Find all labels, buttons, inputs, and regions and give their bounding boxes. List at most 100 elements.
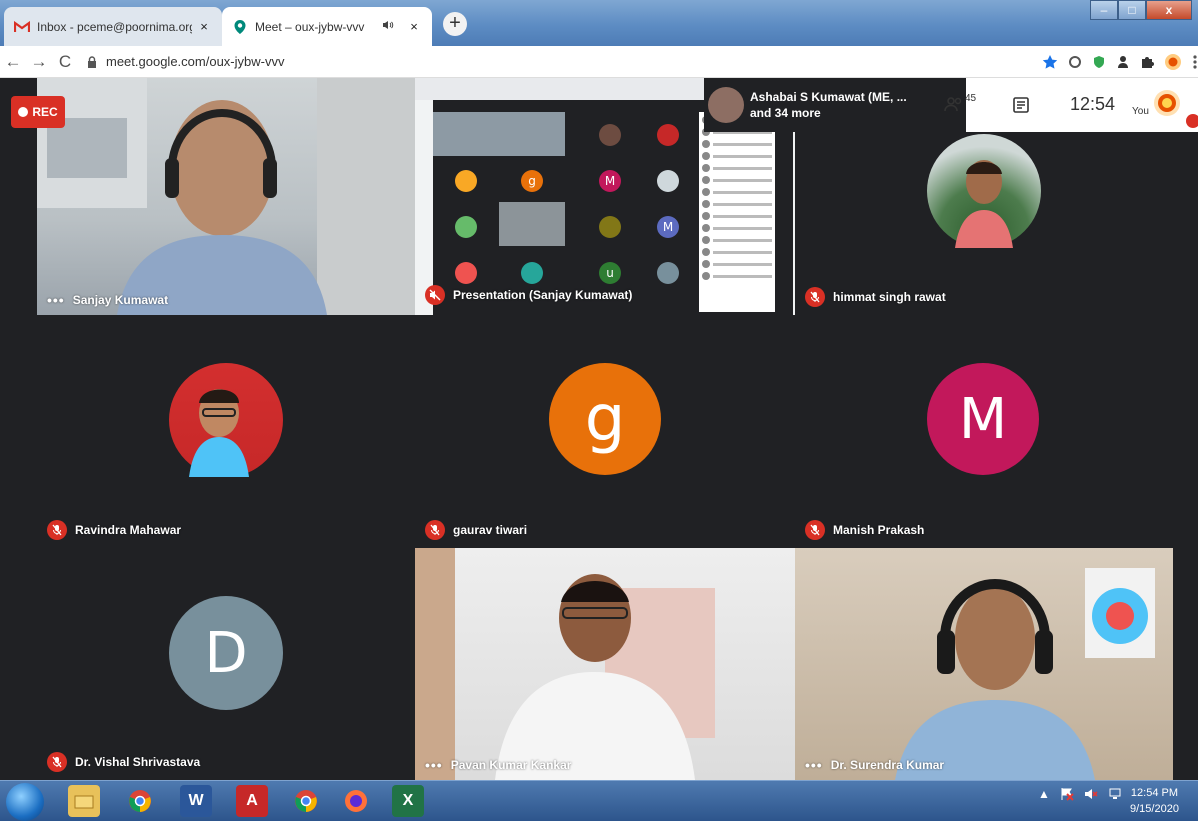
word-icon[interactable]: W [180, 785, 212, 817]
new-tab-button[interactable]: + [443, 12, 467, 36]
record-dot-icon [18, 107, 29, 117]
participant-label: himmat singh rawat [805, 287, 946, 307]
menu-kebab-icon[interactable] [1192, 54, 1198, 70]
profile-avatar-icon[interactable] [1164, 53, 1182, 71]
speaking-dots-icon: ••• [805, 757, 823, 773]
chrome-icon[interactable] [290, 785, 322, 817]
self-mic-off-icon [1186, 114, 1198, 128]
browser-tab-strip: Inbox - pceme@poornima.org - × Meet – ou… [0, 0, 1198, 46]
reload-button[interactable]: C [52, 52, 78, 72]
speaker-muted-icon [425, 285, 445, 305]
participant-name: Pavan Kumar Kankar [450, 758, 572, 772]
participant-video [37, 78, 415, 315]
extension-shield-icon[interactable] [1092, 55, 1106, 69]
bookmark-star-icon[interactable] [1042, 54, 1058, 70]
start-button[interactable] [6, 783, 44, 821]
mic-off-icon [805, 287, 825, 307]
tab-inbox[interactable]: Inbox - pceme@poornima.org - × [4, 7, 222, 46]
system-tray: ▲ [1038, 787, 1122, 801]
grid-avatar [455, 262, 477, 284]
network-icon[interactable] [1108, 787, 1122, 801]
grid-avatar [521, 262, 543, 284]
forward-button[interactable]: → [26, 52, 52, 72]
address-bar[interactable]: meet.google.com/oux-jybw-vvv [86, 49, 1026, 75]
participant-name: Dr. Vishal Shrivastava [75, 755, 201, 769]
speaker-icon[interactable] [382, 20, 394, 33]
participant-video [895, 568, 1155, 780]
speaking-dots-icon: ••• [47, 292, 65, 308]
tray-expand-icon[interactable]: ▲ [1038, 787, 1050, 801]
browser-toolbar: ← → C meet.google.com/oux-jybw-vvv [0, 46, 1198, 78]
close-tab-icon[interactable]: × [196, 19, 212, 34]
lock-icon [88, 55, 96, 68]
taskbar-clock[interactable]: 12:54 PM 9/15/2020 [1130, 785, 1179, 817]
participant-tile-vishal[interactable]: D Dr. Vishal Shrivastava [37, 548, 415, 780]
mic-off-icon [47, 520, 67, 540]
participant-tile-sanjay[interactable]: ••• Sanjay Kumawat [37, 78, 415, 315]
participant-count: 45 [965, 93, 977, 104]
presenter-avatar [708, 87, 744, 123]
participant-label: ••• Sanjay Kumawat [47, 293, 168, 307]
participant-photo [927, 134, 1041, 248]
os-taskbar: W A X ▲ 12:54 PM 9/15/2020 [0, 780, 1198, 821]
tab-meet[interactable]: Meet – oux-jybw-vvv × [222, 7, 432, 46]
maximize-button[interactable]: □ [1118, 0, 1146, 20]
excel-icon[interactable]: X [392, 785, 424, 817]
meet-stage: ••• Sanjay Kumawat g M M u Presentation … [0, 78, 1198, 780]
extension-ring-icon[interactable] [1068, 55, 1082, 69]
chat-icon[interactable] [1012, 96, 1030, 114]
participant-label: Ravindra Mahawar [47, 520, 181, 540]
url-text: meet.google.com/oux-jybw-vvv [106, 54, 285, 69]
close-tab-icon[interactable]: × [406, 19, 422, 34]
extension-person-icon[interactable] [1116, 55, 1130, 69]
presenter-line-1: Ashabai S Kumawat (ME, ... [750, 90, 907, 104]
firefox-icon[interactable] [340, 785, 372, 817]
extensions-puzzle-icon[interactable] [1140, 55, 1154, 69]
presentation-participant-list [699, 112, 775, 312]
meet-icon [232, 19, 248, 35]
presenter-line-2: and 34 more [750, 106, 821, 120]
participant-label: Dr. Vishal Shrivastava [47, 752, 200, 772]
participant-tile-ravindra[interactable]: Ravindra Mahawar [37, 315, 415, 548]
presentation-participant-grid: g M M u [433, 112, 688, 312]
action-center-flag-icon[interactable] [1060, 787, 1074, 801]
participant-name: gaurav tiwari [453, 523, 528, 537]
taskbar-date: 9/15/2020 [1130, 803, 1179, 815]
participant-name: Dr. Surendra Kumar [830, 758, 945, 772]
rec-label: REC [32, 105, 58, 119]
letter-avatar: g [549, 363, 661, 475]
letter-avatar: D [169, 596, 283, 710]
recording-indicator: REC [11, 96, 65, 128]
participant-tile-surendra[interactable]: ••• Dr. Surendra Kumar [795, 548, 1173, 780]
grid-avatar [599, 216, 621, 238]
letter-avatar: M [927, 363, 1039, 475]
minimize-button[interactable]: – [1090, 0, 1118, 20]
grid-avatar [657, 124, 679, 146]
grid-avatar [455, 170, 477, 192]
self-avatar[interactable] [1154, 90, 1180, 116]
grid-avatar [657, 170, 679, 192]
screen: Inbox - pceme@poornima.org - × Meet – ou… [0, 0, 1198, 821]
participant-label: gaurav tiwari [425, 520, 527, 540]
participant-tile-gaurav[interactable]: g gaurav tiwari [415, 315, 795, 548]
window-controls: – □ x [1090, 0, 1192, 20]
tab-title: Meet – oux-jybw-vvv [255, 19, 365, 34]
tab-title: Inbox - pceme@poornima.org - [37, 19, 192, 34]
participant-label: ••• Pavan Kumar Kankar [425, 758, 571, 772]
explorer-icon[interactable] [68, 785, 100, 817]
participant-video [415, 548, 715, 780]
participant-tile-manish[interactable]: M Manish Prakash [795, 315, 1173, 548]
grid-letter-avatar: M [657, 216, 679, 238]
participant-name: Sanjay Kumawat [72, 293, 169, 307]
grid-avatar [599, 124, 621, 146]
participant-photo [169, 363, 283, 477]
close-window-button[interactable]: x [1146, 0, 1192, 20]
grid-letter-avatar: u [599, 262, 621, 284]
volume-icon[interactable] [1084, 787, 1098, 801]
participant-tile-pavan[interactable]: ••• Pavan Kumar Kankar [415, 548, 795, 780]
back-button[interactable]: ← [0, 52, 26, 72]
chrome-icon[interactable] [124, 785, 156, 817]
mic-off-icon [425, 520, 445, 540]
acrobat-icon[interactable]: A [236, 785, 268, 817]
gmail-icon [14, 19, 30, 35]
